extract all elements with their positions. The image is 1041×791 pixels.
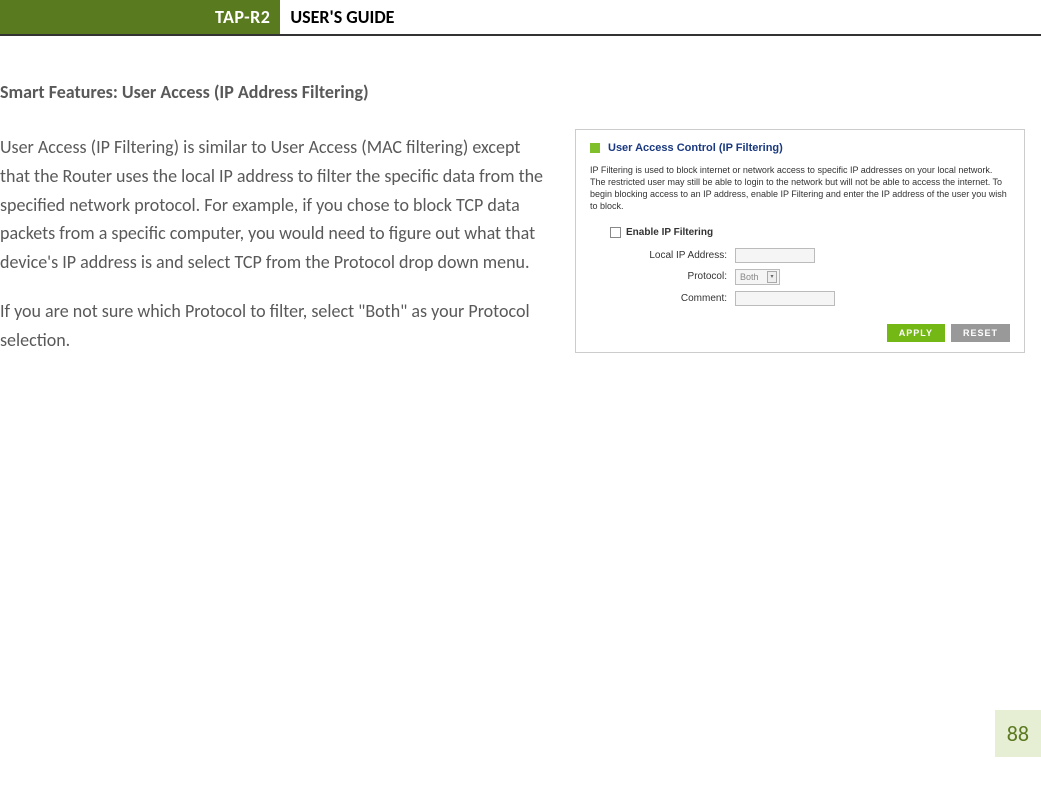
settings-panel: User Access Control (IP Filtering) IP Fi… [575, 129, 1025, 353]
paragraph-2: If you are not sure which Protocol to fi… [0, 297, 550, 355]
paragraph-1: User Access (IP Filtering) is similar to… [0, 133, 550, 277]
text-column: Smart Features: User Access (IP Address … [0, 81, 550, 375]
enable-filtering-label: Enable IP Filtering [626, 227, 713, 238]
page-number: 88 [995, 710, 1041, 757]
guide-title: USER'S GUIDE [280, 0, 394, 34]
ip-address-row: Local IP Address: [590, 248, 1010, 263]
ip-address-label: Local IP Address: [590, 250, 735, 261]
content-area: Smart Features: User Access (IP Address … [0, 36, 1041, 375]
document-header: TAP-R2 USER'S GUIDE [0, 0, 1041, 36]
protocol-select[interactable]: Both ▾ [735, 269, 780, 285]
enable-filtering-checkbox[interactable] [610, 227, 621, 238]
section-title: Smart Features: User Access (IP Address … [0, 81, 550, 103]
panel-header: User Access Control (IP Filtering) [590, 142, 1010, 154]
protocol-value: Both [740, 272, 759, 282]
button-row: APPLY RESET [590, 324, 1010, 342]
protocol-row: Protocol: Both ▾ [590, 269, 1010, 285]
apply-button[interactable]: APPLY [887, 324, 945, 342]
enable-filtering-row: Enable IP Filtering [590, 227, 1010, 238]
comment-row: Comment: [590, 291, 1010, 306]
panel-marker-icon [590, 143, 600, 153]
product-label: TAP-R2 [0, 0, 280, 34]
ip-address-input[interactable] [735, 248, 815, 263]
comment-label: Comment: [590, 293, 735, 304]
reset-button[interactable]: RESET [951, 324, 1010, 342]
comment-input[interactable] [735, 291, 835, 306]
dropdown-arrow-icon: ▾ [767, 271, 777, 283]
protocol-label: Protocol: [590, 271, 735, 282]
panel-description: IP Filtering is used to block internet o… [590, 164, 1010, 213]
panel-title: User Access Control (IP Filtering) [608, 142, 783, 154]
panel-column: User Access Control (IP Filtering) IP Fi… [575, 81, 1025, 375]
